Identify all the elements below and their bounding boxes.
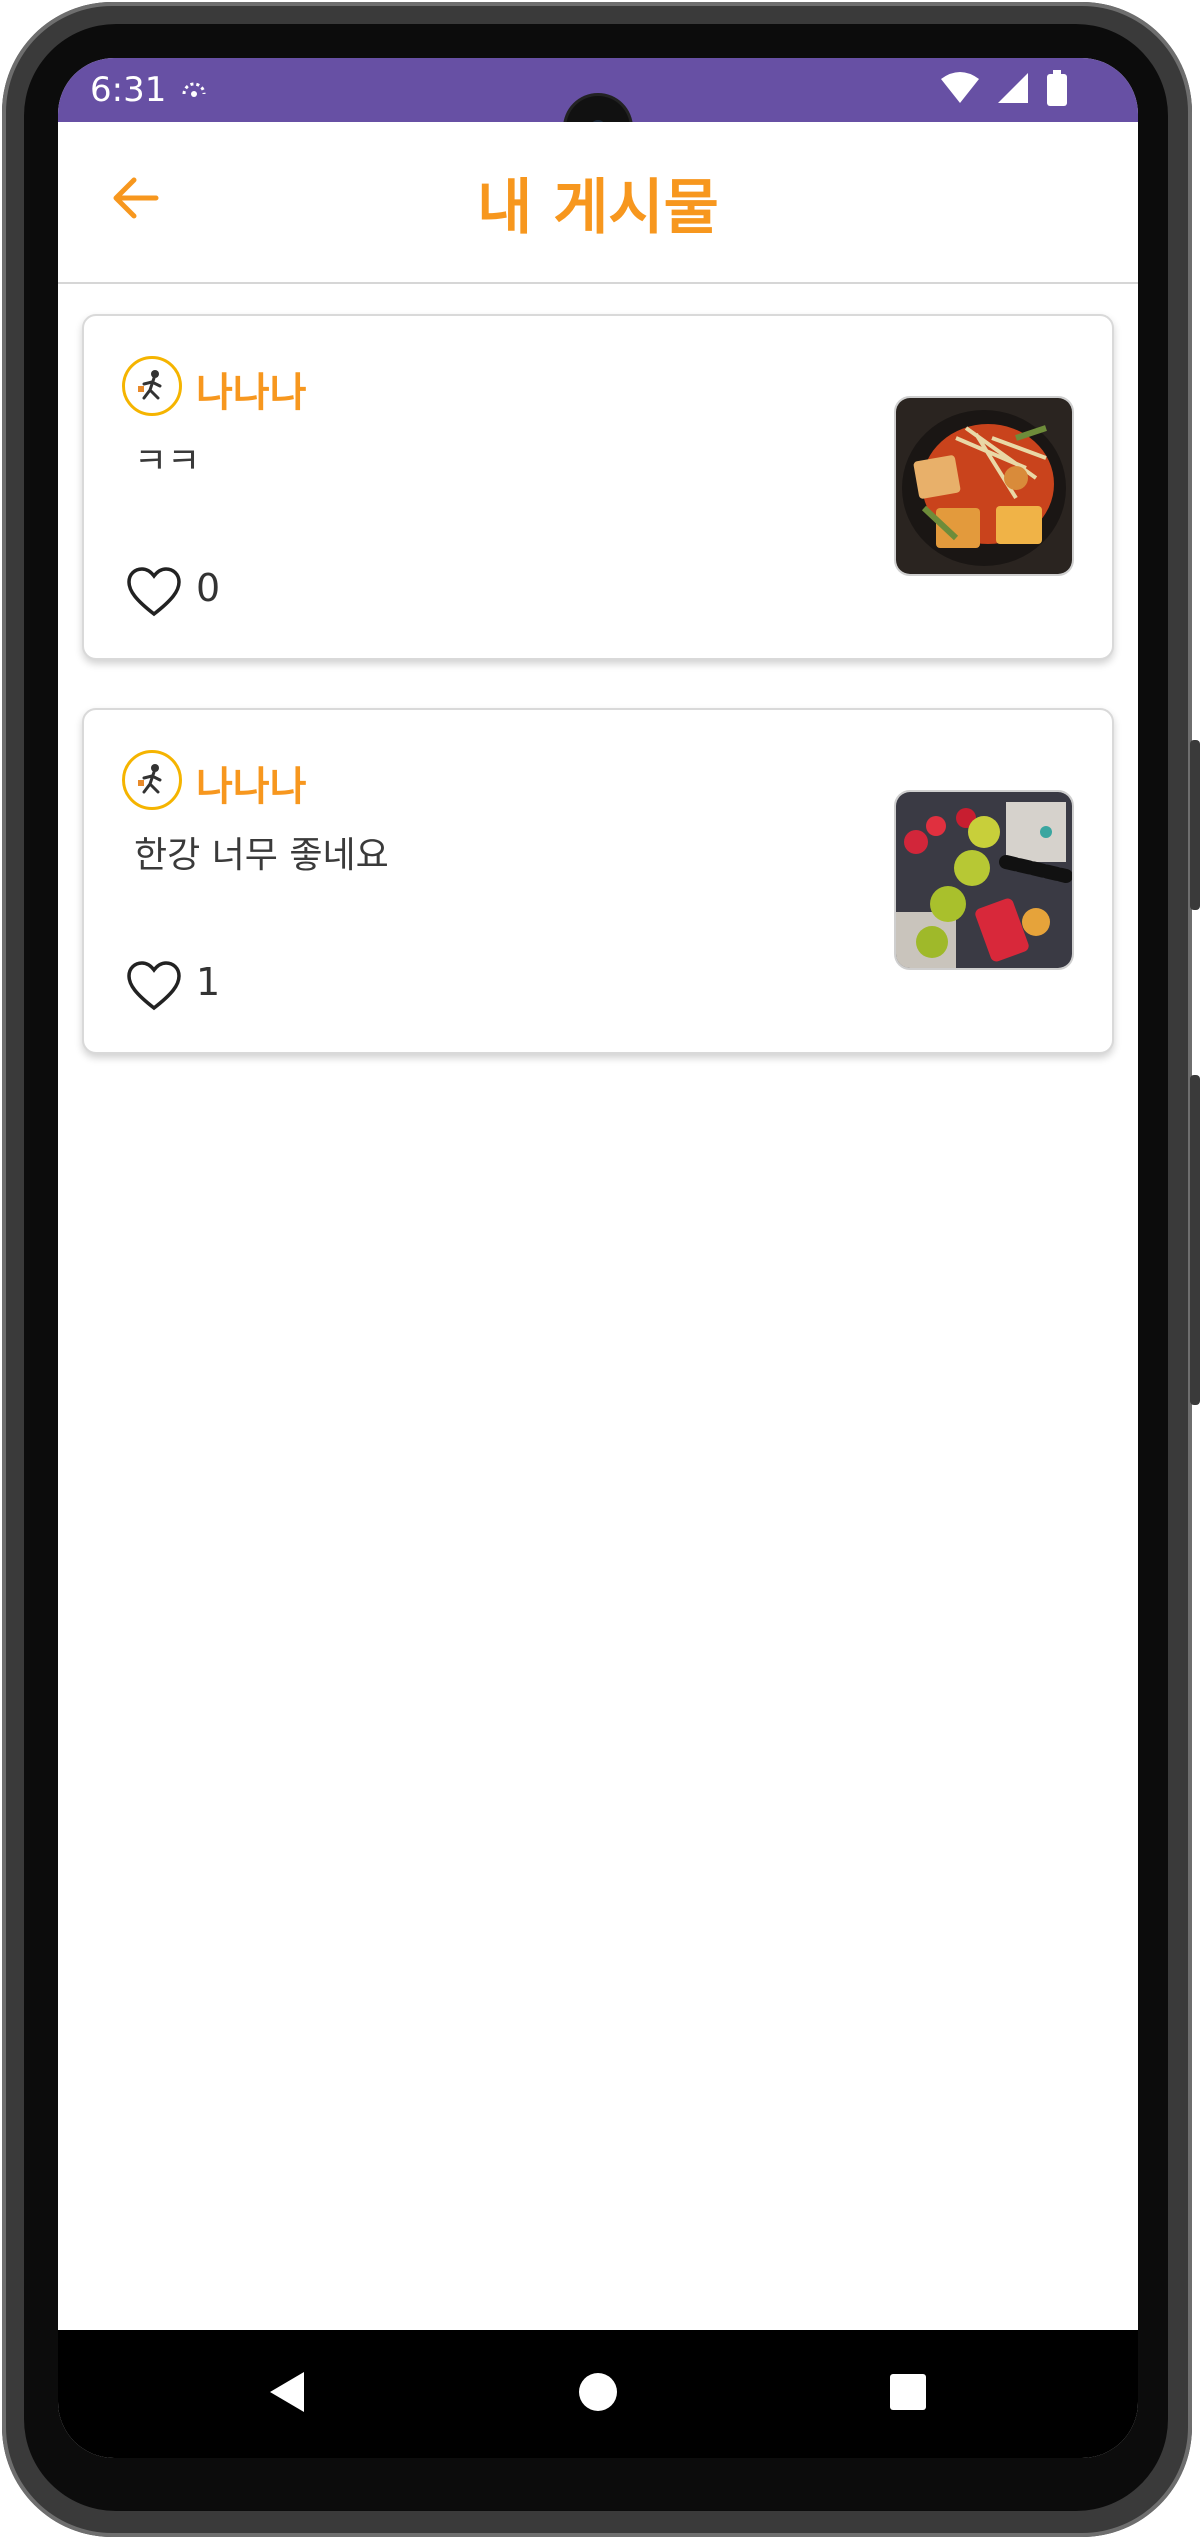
like-count: 0 [196, 566, 221, 610]
post-content: ㅋㅋ [134, 441, 201, 482]
like-count: 1 [196, 960, 221, 1004]
person-avatar-icon [122, 356, 182, 416]
status-time: 6:31 [90, 70, 167, 110]
app-bar: 내 게시물 [58, 122, 1138, 284]
nav-back-button[interactable] [258, 2364, 318, 2424]
like-button[interactable] [124, 958, 184, 1018]
nav-home-button[interactable] [568, 2364, 628, 2424]
battery-icon [1046, 70, 1068, 110]
nav-recents-icon [888, 2372, 928, 2416]
back-button[interactable] [98, 162, 174, 238]
post-author: 나나나 [196, 370, 307, 416]
post-image[interactable] [894, 790, 1074, 970]
nav-recents-button[interactable] [878, 2364, 938, 2424]
status-icons [940, 70, 1068, 110]
page-title: 내 게시물 [477, 172, 719, 243]
power-button [1190, 740, 1200, 910]
signal-icon [996, 71, 1030, 109]
post-author: 나나나 [196, 764, 307, 810]
navigation-bar [58, 2330, 1138, 2458]
heart-outline-icon [126, 960, 182, 1016]
post-image[interactable] [894, 396, 1074, 576]
phone-mockup: 6:31 내 게시물 나나나 ㅋㅋ 0 나나나 한강 너무 좋네요 1 [0, 0, 1200, 2541]
nav-home-icon [578, 2372, 618, 2416]
person-avatar-icon [122, 750, 182, 810]
wifi-icon [940, 71, 980, 109]
like-button[interactable] [124, 564, 184, 624]
volume-button [1190, 1075, 1200, 1405]
post-content: 한강 너무 좋네요 [134, 835, 389, 876]
arrow-left-icon [112, 176, 160, 224]
post-list: 나나나 ㅋㅋ 0 나나나 한강 너무 좋네요 1 [82, 314, 1114, 1102]
post-card[interactable]: 나나나 한강 너무 좋네요 1 [82, 708, 1114, 1054]
nav-back-icon [268, 2370, 308, 2418]
network-activity-icon [180, 78, 208, 102]
heart-outline-icon [126, 566, 182, 622]
post-card[interactable]: 나나나 ㅋㅋ 0 [82, 314, 1114, 660]
screen: 6:31 내 게시물 나나나 ㅋㅋ 0 나나나 한강 너무 좋네요 1 [58, 58, 1138, 2458]
